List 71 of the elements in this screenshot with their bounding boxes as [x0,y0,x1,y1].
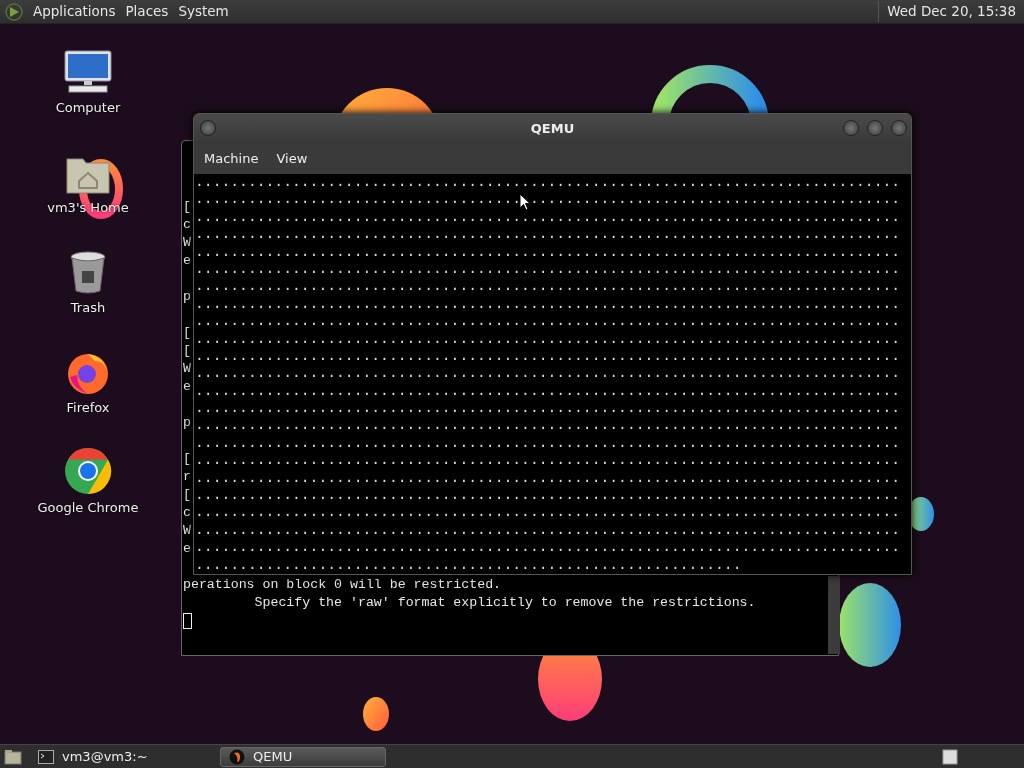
close-button[interactable] [891,120,907,136]
terminal-line: Specify the 'raw' format explicitly to remove the restrictions. [253,594,756,612]
terminal-line: [ [183,486,191,504]
maximize-button[interactable] [867,120,883,136]
trash-icon [68,251,108,295]
menu-item[interactable]: Applications [28,1,121,22]
screen-text-line: ................................................................................ [195,295,901,312]
screen-text-line: ................................................................................ [195,260,901,277]
screen-text-line: ................................................................................ [195,313,901,330]
window-menu-button[interactable] [200,120,216,136]
workspace-switcher-icon[interactable] [942,748,958,765]
window-title: QEMU [530,120,575,139]
screen-text-line: ................................................................................ [195,539,901,556]
screen-text-line: ................................................................................ [195,226,901,243]
terminal-line: [ [183,342,191,360]
terminal-line: e [183,252,191,270]
tricolor-circle-icon [64,447,112,495]
screen-text-line: ................................................................................ [195,243,901,260]
menu-item[interactable]: View [271,149,313,169]
screen-text-line: ................................................................................ [195,382,901,399]
desktop-icon-label[interactable]: Trash [70,298,106,318]
terminal-line: p [183,414,191,432]
taskbar-button[interactable]: QEMU [220,746,386,767]
terminal-line: r [183,468,191,486]
text-cursor [183,612,192,629]
terminal-line: [ [183,324,191,342]
screen-text-line: ................................................................................ [195,208,901,225]
terminal-line: perations on block 0 will be restricted. [183,576,502,594]
scrollbar[interactable] [828,576,840,654]
terminal-line: W [183,522,191,540]
screen-text-line: ................................................................................ [195,365,901,382]
terminal-line: p [183,288,191,306]
terminal-line: [ [183,198,191,216]
screen-text-line: .......................................... [529,191,901,208]
monitor-icon [63,49,113,95]
taskbar-button[interactable]: vm3@vm3:~ [30,746,196,767]
terminal-line: [ [183,450,191,468]
clock[interactable]: Wed Dec 20, 15:38 [878,1,1024,22]
screen-text-line: .............................................................. [195,556,742,573]
terminal-line: c [183,504,191,522]
screen-text-line: ................................................................................ [195,400,901,417]
screen-text-line: ................................................................................ [195,521,901,538]
screen-text-line: ................................................................................ [195,504,901,521]
menu-item[interactable]: Machine [199,149,264,169]
screen-text-line: ................................................................................ [195,174,901,190]
menu-item[interactable]: System [173,1,234,22]
screen-text-line: ................................................................................ [195,487,901,504]
terminal-icon [38,749,54,764]
screen-text-line: ................................................................................ [195,469,901,486]
pointer-icon [519,193,531,211]
menu-item[interactable]: Places [120,1,174,22]
screen-text-line: ................................................................................ [195,417,901,434]
screen-text-line: ................................................................................ [195,434,901,451]
minimize-button[interactable] [843,120,859,136]
desktop-icon-label[interactable]: Firefox [66,398,110,418]
terminal-line: e [183,540,191,558]
show-desktop-icon[interactable] [4,748,22,765]
screen-text-line: ................................................................................ [195,452,901,469]
screen-text-line: ................................................................................ [195,330,901,347]
home-folder-icon [65,155,111,195]
terminal-line: c [183,216,191,234]
desktop-icon-label[interactable]: Computer [55,98,121,118]
distro-logo-icon[interactable] [4,1,24,22]
terminal-line: W [183,234,191,252]
terminal-line: W [183,360,191,378]
desktop-icon-label[interactable]: Google Chrome [37,498,139,518]
screen-text-line: ................................................................................ [195,278,901,295]
terminal-line: e [183,378,191,396]
bird-icon [229,748,245,765]
screen-text-line: ..................................... [195,191,522,208]
screen-text-line: ................................................................................ [195,347,901,364]
